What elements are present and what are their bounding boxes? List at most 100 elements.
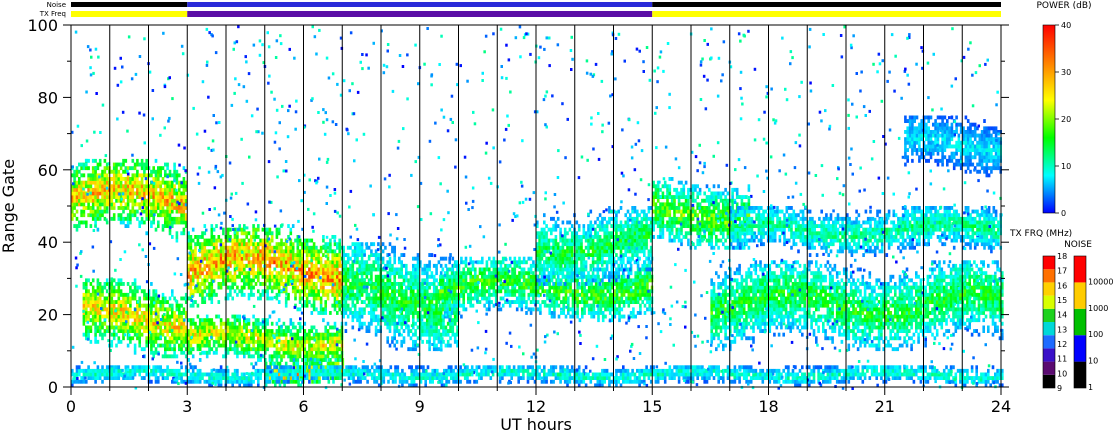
echo-cell	[205, 242, 209, 247]
echo-cell	[643, 274, 647, 279]
echo-cell	[117, 300, 121, 304]
echo-cell	[386, 289, 389, 294]
echo-cell	[284, 256, 288, 261]
echo-cell	[571, 307, 575, 312]
echo-cell	[291, 347, 295, 352]
echo-cell	[87, 177, 90, 181]
echo-cell	[196, 329, 200, 333]
echo-cell	[372, 303, 376, 308]
echo-cell	[511, 300, 514, 304]
echo-cell	[381, 242, 385, 247]
echo-cell	[101, 202, 104, 207]
echo-cell	[250, 253, 253, 257]
echo-cell	[367, 325, 371, 330]
echo-cell	[289, 358, 293, 362]
echo-cell	[402, 263, 406, 268]
echo-cell	[319, 289, 323, 294]
echo-cell	[294, 256, 297, 261]
echo-cell	[126, 206, 130, 210]
echo-cell	[319, 332, 323, 337]
echo-cell	[381, 296, 385, 301]
echo-cell	[298, 242, 302, 247]
echo-cell	[405, 303, 408, 308]
echo-cell	[400, 267, 403, 272]
echo-cell	[529, 289, 533, 294]
echo-cell	[117, 195, 121, 199]
echo-cell	[89, 325, 93, 330]
echo-cell	[483, 282, 486, 286]
echo-cell	[393, 292, 396, 297]
echo-cell	[191, 282, 195, 286]
echo-cell	[398, 260, 401, 265]
echo-cell	[336, 358, 340, 362]
echo-cell	[313, 379, 317, 384]
echo-cell	[601, 300, 605, 304]
echo-cell	[374, 329, 378, 333]
echo-cell	[175, 235, 179, 239]
echo-cell	[481, 260, 484, 265]
echo-cell	[89, 195, 93, 199]
echo-cell	[632, 292, 635, 297]
echo-cell	[467, 296, 470, 301]
echo-cell	[310, 282, 314, 286]
echo-cell	[94, 307, 97, 312]
echo-cell	[96, 213, 100, 218]
echo-cell	[400, 260, 403, 265]
echo-cell	[393, 318, 396, 323]
echo-cell	[247, 274, 251, 279]
echo-cell	[117, 329, 121, 333]
echo-cell	[296, 307, 300, 312]
echo-cell	[273, 285, 276, 290]
echo-cell	[567, 282, 570, 286]
echo-cell	[372, 253, 376, 257]
echo-cell	[370, 303, 373, 308]
echo-cell	[478, 271, 482, 276]
echo-cell	[110, 187, 114, 192]
echo-cell	[576, 285, 579, 290]
echo-cell	[632, 311, 635, 315]
echo-cell	[133, 318, 137, 323]
echo-cell	[421, 339, 424, 344]
echo-cell	[236, 336, 239, 341]
echo-cell	[154, 325, 158, 330]
echo-cell	[426, 307, 429, 312]
echo-cell	[133, 198, 137, 203]
echo-cell	[203, 231, 207, 236]
echo-cell	[270, 235, 274, 239]
echo-cell	[483, 271, 486, 276]
echo-cell	[245, 339, 248, 344]
echo-cell	[150, 184, 153, 189]
echo-cell	[298, 292, 302, 297]
echo-cell	[80, 209, 83, 214]
echo-cell	[101, 321, 104, 326]
echo-cell	[164, 180, 167, 185]
echo-cell	[266, 343, 269, 348]
echo-cell	[296, 339, 300, 344]
echo-cell	[282, 274, 286, 279]
echo-cell	[126, 329, 130, 333]
echo-cell	[131, 166, 135, 171]
echo-cell	[381, 256, 385, 261]
echo-cell	[543, 303, 547, 308]
echo-cell	[217, 332, 221, 337]
echo-cell	[460, 271, 463, 276]
echo-cell	[94, 209, 97, 214]
echo-cell	[129, 177, 132, 181]
echo-cell	[152, 343, 155, 348]
echo-cell	[87, 300, 90, 304]
echo-cell	[367, 267, 371, 272]
echo-cell	[643, 282, 647, 286]
echo-cell	[126, 292, 130, 297]
echo-cell	[166, 321, 169, 326]
echo-cell	[140, 173, 144, 178]
echo-cell	[641, 292, 644, 297]
echo-cell	[266, 318, 269, 323]
echo-cell	[428, 307, 431, 312]
echo-cell	[105, 198, 109, 203]
echo-cell	[78, 162, 81, 167]
echo-cell	[191, 227, 195, 232]
echo-cell	[360, 300, 364, 304]
echo-cell	[136, 336, 139, 341]
echo-cell	[173, 343, 176, 348]
echo-cell	[439, 318, 443, 323]
